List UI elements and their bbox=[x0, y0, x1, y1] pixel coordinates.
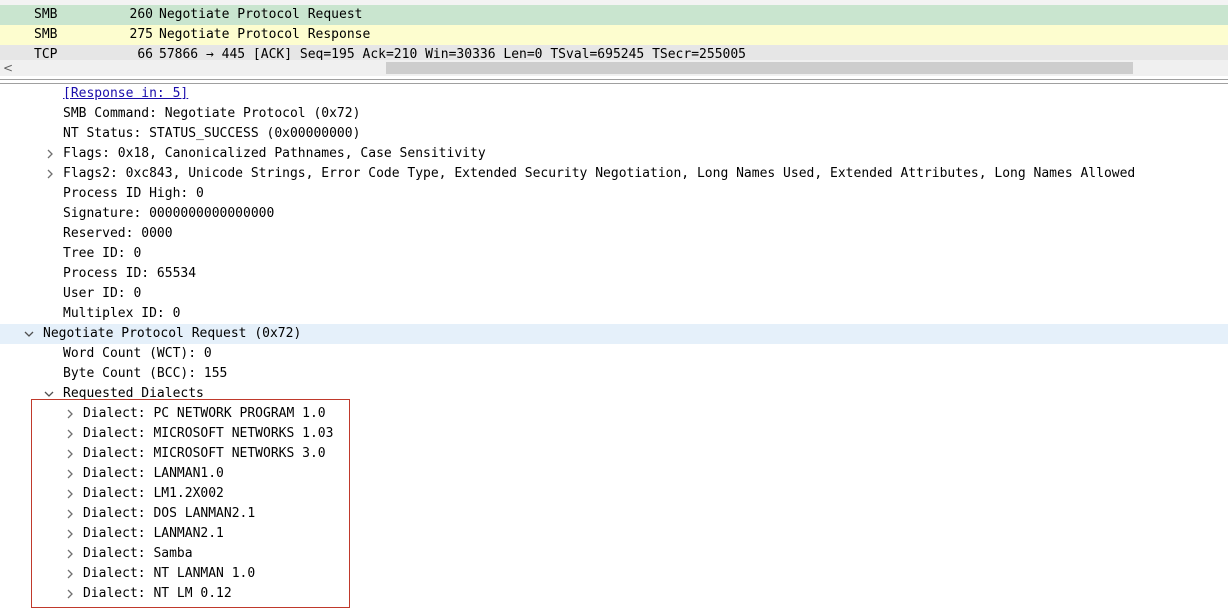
packet-length: 275 bbox=[129, 27, 153, 42]
chevron-right-icon[interactable] bbox=[65, 468, 75, 480]
tree-item-label: Process ID High: 0 bbox=[63, 186, 204, 201]
packet-info: 57866 → 445 [ACK] Seq=195 Ack=210 Win=30… bbox=[159, 47, 746, 60]
tree-item-dialect[interactable]: Dialect: DOS LANMAN2.1 bbox=[0, 504, 1228, 524]
dialect-label: Dialect: NT LANMAN 1.0 bbox=[83, 566, 256, 581]
tree-item-dialect[interactable]: Dialect: MICROSOFT NETWORKS 1.03 bbox=[0, 424, 1228, 444]
tree-item-label: SMB Command: Negotiate Protocol (0x72) bbox=[63, 106, 361, 121]
packet-row[interactable]: SMB 260 Negotiate Protocol Request bbox=[0, 5, 1228, 25]
dialect-label: Dialect: LANMAN1.0 bbox=[83, 466, 224, 481]
scrollbar-thumb[interactable] bbox=[386, 62, 1133, 74]
tree-item-signature[interactable]: Signature: 0000000000000000 bbox=[0, 204, 1228, 224]
tree-item-label: Flags2: 0xc843, Unicode Strings, Error C… bbox=[63, 166, 1136, 181]
packet-list: SMB 260 Negotiate Protocol Request SMB 2… bbox=[0, 0, 1228, 60]
dialect-label: Dialect: Samba bbox=[83, 546, 193, 561]
packet-row[interactable]: SMB 275 Negotiate Protocol Response bbox=[0, 25, 1228, 45]
tree-item-label: Flags: 0x18, Canonicalized Pathnames, Ca… bbox=[63, 146, 486, 161]
response-in-link[interactable]: [Response in: 5] bbox=[63, 84, 188, 104]
tree-item-flags[interactable]: Flags: 0x18, Canonicalized Pathnames, Ca… bbox=[0, 144, 1228, 164]
chevron-right-icon[interactable] bbox=[65, 488, 75, 500]
tree-item-tree-id[interactable]: Tree ID: 0 bbox=[0, 244, 1228, 264]
chevron-right-icon[interactable] bbox=[65, 448, 75, 460]
tree-item-multiplex-id[interactable]: Multiplex ID: 0 bbox=[0, 304, 1228, 324]
tree-item-reserved[interactable]: Reserved: 0000 bbox=[0, 224, 1228, 244]
chevron-down-icon[interactable] bbox=[24, 328, 34, 340]
packet-length: 260 bbox=[129, 7, 153, 22]
packet-row[interactable]: TCP 66 57866 → 445 [ACK] Seq=195 Ack=210… bbox=[0, 45, 1228, 60]
tree-item-dialect[interactable]: Dialect: LANMAN1.0 bbox=[0, 464, 1228, 484]
dialect-label: Dialect: LM1.2X002 bbox=[83, 486, 224, 501]
dialect-label: Dialect: MICROSOFT NETWORKS 1.03 bbox=[83, 426, 334, 441]
dialect-label: Dialect: PC NETWORK PROGRAM 1.0 bbox=[83, 406, 326, 421]
tree-item-label: Byte Count (BCC): 155 bbox=[63, 366, 228, 381]
tree-item-label: NT Status: STATUS_SUCCESS (0x00000000) bbox=[63, 126, 361, 141]
packet-details-tree: [Response in: 5] SMB Command: Negotiate … bbox=[0, 84, 1228, 613]
tree-item-label: Process ID: 65534 bbox=[63, 266, 197, 281]
chevron-right-icon[interactable] bbox=[65, 528, 75, 540]
tree-item-dialect[interactable]: Dialect: NT LANMAN 1.0 bbox=[0, 564, 1228, 584]
horizontal-scrollbar[interactable]: < bbox=[0, 60, 1228, 76]
chevron-right-icon[interactable] bbox=[65, 428, 75, 440]
chevron-down-icon[interactable] bbox=[44, 388, 54, 400]
tree-item-dialect[interactable]: Dialect: PC NETWORK PROGRAM 1.0 bbox=[0, 404, 1228, 424]
tree-item-label: Signature: 0000000000000000 bbox=[63, 206, 275, 221]
tree-item-smb-command[interactable]: SMB Command: Negotiate Protocol (0x72) bbox=[0, 104, 1228, 124]
tree-item-dialect[interactable]: Dialect: NT LM 0.12 bbox=[0, 584, 1228, 604]
chevron-right-icon[interactable] bbox=[45, 148, 55, 160]
scroll-left-arrow-icon[interactable]: < bbox=[0, 60, 16, 76]
tree-item-word-count[interactable]: Word Count (WCT): 0 bbox=[0, 344, 1228, 364]
tree-item-dialect[interactable]: Dialect: LANMAN2.1 bbox=[0, 524, 1228, 544]
tree-item-label: Multiplex ID: 0 bbox=[63, 306, 181, 321]
chevron-right-icon[interactable] bbox=[65, 588, 75, 600]
chevron-right-icon[interactable] bbox=[65, 408, 75, 420]
tree-item-label: Word Count (WCT): 0 bbox=[63, 346, 212, 361]
tree-item-label: User ID: 0 bbox=[63, 286, 142, 301]
tree-item-label: Negotiate Protocol Request (0x72) bbox=[43, 326, 302, 341]
chevron-right-icon[interactable] bbox=[65, 568, 75, 580]
tree-item-dialect[interactable]: Dialect: LM1.2X002 bbox=[0, 484, 1228, 504]
tree-item-requested-dialects[interactable]: Requested Dialects bbox=[0, 384, 1228, 404]
dialect-label: Dialect: NT LM 0.12 bbox=[83, 586, 232, 601]
tree-item-label: Tree ID: 0 bbox=[63, 246, 142, 261]
dialect-label: Dialect: DOS LANMAN2.1 bbox=[83, 506, 256, 521]
packet-info: Negotiate Protocol Response bbox=[159, 27, 371, 42]
dialect-label: Dialect: MICROSOFT NETWORKS 3.0 bbox=[83, 446, 326, 461]
tree-item-process-id[interactable]: Process ID: 65534 bbox=[0, 264, 1228, 284]
tree-item-dialect[interactable]: Dialect: MICROSOFT NETWORKS 3.0 bbox=[0, 444, 1228, 464]
packet-length: 66 bbox=[137, 47, 153, 60]
tree-item-negotiate-request[interactable]: Negotiate Protocol Request (0x72) bbox=[0, 324, 1228, 344]
chevron-right-icon[interactable] bbox=[65, 508, 75, 520]
chevron-right-icon[interactable] bbox=[45, 168, 55, 180]
tree-item-nt-status[interactable]: NT Status: STATUS_SUCCESS (0x00000000) bbox=[0, 124, 1228, 144]
tree-item-response-in[interactable]: [Response in: 5] bbox=[0, 84, 1228, 104]
tree-item-label: Requested Dialects bbox=[63, 386, 204, 401]
tree-item-pid-high[interactable]: Process ID High: 0 bbox=[0, 184, 1228, 204]
tree-item-byte-count[interactable]: Byte Count (BCC): 155 bbox=[0, 364, 1228, 384]
chevron-right-icon[interactable] bbox=[65, 548, 75, 560]
tree-item-dialect[interactable]: Dialect: Samba bbox=[0, 544, 1228, 564]
packet-info: Negotiate Protocol Request bbox=[159, 7, 363, 22]
dialect-label: Dialect: LANMAN2.1 bbox=[83, 526, 224, 541]
tree-item-flags2[interactable]: Flags2: 0xc843, Unicode Strings, Error C… bbox=[0, 164, 1228, 184]
tree-item-label: Reserved: 0000 bbox=[63, 226, 173, 241]
tree-item-user-id[interactable]: User ID: 0 bbox=[0, 284, 1228, 304]
